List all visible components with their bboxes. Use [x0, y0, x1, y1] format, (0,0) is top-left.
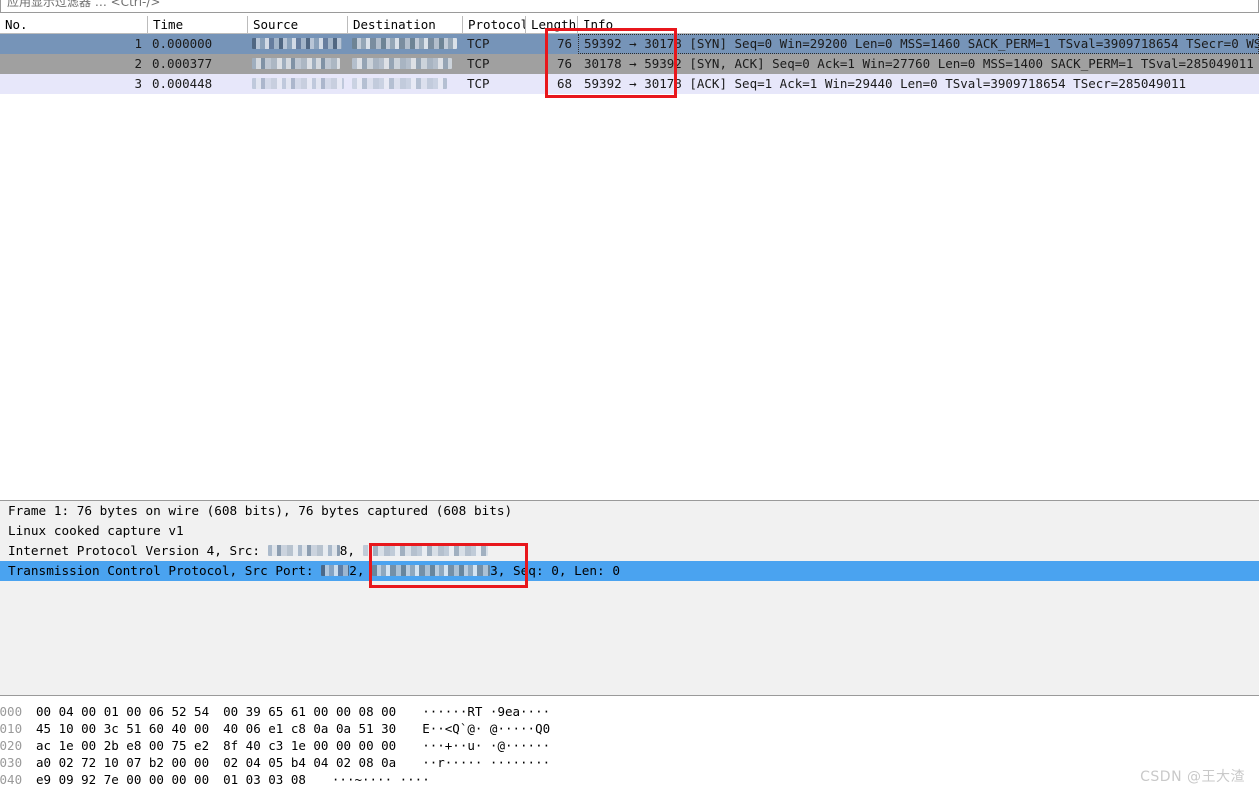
hex-bytes-left: a0 02 72 10 07 b2 00 00	[36, 755, 210, 770]
cell-protocol: TCP	[467, 36, 490, 51]
detail-tcp-mid2: 3,	[490, 563, 514, 578]
column-header-protocol[interactable]: Protocol	[463, 16, 526, 33]
cell-length: 76	[556, 56, 572, 71]
cell-info: 59392 → 30178 [SYN] Seq=0 Win=29200 Len=…	[578, 34, 1259, 54]
hex-bytes-right: 40 06 e1 c8 0a 0a 51 30	[223, 721, 397, 736]
hex-offset: 0000	[0, 704, 22, 719]
display-filter-input[interactable]: 应用显示过滤器 … <Ctrl-/>	[1, 0, 1258, 12]
detail-ipv4-mid: 8,	[339, 543, 363, 558]
hex-row: 0030 a0 02 72 10 07 b2 00 00 02 04 05 b4…	[0, 754, 1259, 771]
cell-source	[248, 54, 348, 74]
detail-linux-cooked-text: Linux cooked capture v1	[8, 523, 184, 538]
detail-row-frame[interactable]: Frame 1: 76 bytes on wire (608 bits), 76…	[0, 501, 1259, 521]
detail-tcp-suffix: Seq: 0, Len: 0	[513, 563, 620, 578]
hex-ascii: ···+··u· ·@······	[422, 738, 551, 753]
cell-length: 76	[556, 36, 572, 51]
cell-protocol: TCP	[467, 56, 490, 71]
column-header-source[interactable]: Source	[248, 16, 348, 33]
hex-ascii: ···~···· ····	[331, 772, 430, 787]
redacted-tcp-src-port	[321, 565, 350, 576]
hex-bytes-left: e9 09 92 7e 00 00 00 00	[36, 772, 210, 787]
column-header-time[interactable]: Time	[148, 16, 248, 33]
cell-destination	[348, 74, 463, 94]
hex-bytes-right: 00 39 65 61 00 00 08 00	[223, 704, 397, 719]
packet-details-pane[interactable]: Frame 1: 76 bytes on wire (608 bits), 76…	[0, 500, 1259, 696]
table-row[interactable]: 3 0.000448 TCP 68 59392 → 30178 [ACK] Se…	[0, 74, 1259, 94]
cell-no: 1	[134, 36, 142, 51]
packet-list-header: No. Time Source Destination Protocol Len…	[0, 16, 1259, 34]
column-header-destination[interactable]: Destination	[348, 16, 463, 33]
packet-bytes-pane[interactable]: 0000 00 04 00 01 00 06 52 54 00 39 65 61…	[0, 703, 1259, 793]
redacted-ipv4-src	[267, 545, 340, 556]
packet-list-pane[interactable]: No. Time Source Destination Protocol Len…	[0, 15, 1259, 499]
detail-row-tcp[interactable]: Transmission Control Protocol, Src Port:…	[0, 561, 1259, 581]
cell-length: 68	[556, 76, 572, 91]
cell-time: 0.000377	[152, 56, 213, 71]
hex-bytes-right: 02 04 05 b4 04 02 08 0a	[223, 755, 397, 770]
detail-frame-text: Frame 1: 76 bytes on wire (608 bits), 76…	[8, 503, 513, 518]
cell-protocol: TCP	[467, 76, 490, 91]
hex-bytes-right: 01 03 03 08	[223, 772, 306, 787]
hex-row: 0010 45 10 00 3c 51 60 40 00 40 06 e1 c8…	[0, 720, 1259, 737]
redacted-destination-ip	[352, 38, 457, 49]
cell-no: 2	[134, 56, 142, 71]
detail-row-linux-cooked[interactable]: Linux cooked capture v1	[0, 521, 1259, 541]
redacted-destination-ip	[352, 78, 447, 89]
column-header-length[interactable]: Length	[526, 16, 578, 33]
table-row[interactable]: 1 0.000000 TCP 76 59392 → 30178 [SYN] Se…	[0, 34, 1259, 54]
hex-offset: 0030	[0, 755, 22, 770]
hex-ascii: ······RT ·9ea····	[422, 704, 551, 719]
cell-source	[248, 34, 348, 54]
cell-source	[248, 74, 348, 94]
cell-info: 30178 → 59392 [SYN, ACK] Seq=0 Ack=1 Win…	[584, 56, 1259, 71]
redacted-source-ip	[252, 38, 342, 49]
detail-tcp-prefix: Transmission Control Protocol, Src Port:	[8, 563, 322, 578]
redacted-source-ip	[252, 58, 340, 69]
cell-no: 3	[134, 76, 142, 91]
hex-bytes-left: 00 04 00 01 00 06 52 54	[36, 704, 210, 719]
cell-time: 0.000000	[152, 36, 213, 51]
redacted-tcp-dst-port	[372, 565, 491, 576]
detail-ipv4-prefix: Internet Protocol Version 4, Src:	[8, 543, 268, 558]
hex-ascii: ··r····· ········	[422, 755, 551, 770]
hex-row: 0000 00 04 00 01 00 06 52 54 00 39 65 61…	[0, 703, 1259, 720]
column-header-info[interactable]: Info	[578, 16, 1259, 33]
hex-bytes-left: 45 10 00 3c 51 60 40 00	[36, 721, 210, 736]
detail-row-ipv4[interactable]: Internet Protocol Version 4, Src: 8,	[0, 541, 1259, 561]
detail-tcp-mid: 2,	[349, 563, 373, 578]
cell-time: 0.000448	[152, 76, 213, 91]
redacted-source-ip	[252, 78, 344, 89]
csdn-watermark: CSDN @王大渣	[1140, 769, 1245, 785]
hex-bytes-left: ac 1e 00 2b e8 00 75 e2	[36, 738, 210, 753]
hex-row: 0020 ac 1e 00 2b e8 00 75 e2 8f 40 c3 1e…	[0, 737, 1259, 754]
column-header-no[interactable]: No.	[0, 16, 148, 33]
cell-destination	[348, 54, 463, 74]
hex-ascii: E··<Q`@· @·····Q0	[422, 721, 551, 736]
redacted-ipv4-dst	[362, 545, 488, 556]
table-row[interactable]: 2 0.000377 TCP 76 30178 → 59392 [SYN, AC…	[0, 54, 1259, 74]
cell-info: 59392 → 30178 [ACK] Seq=1 Ack=1 Win=2944…	[584, 76, 1187, 91]
hex-offset: 0010	[0, 721, 22, 736]
hex-row: 0040 e9 09 92 7e 00 00 00 00 01 03 03 08…	[0, 771, 1259, 788]
display-filter-bar[interactable]: 应用显示过滤器 … <Ctrl-/>	[0, 0, 1259, 13]
hex-offset: 0040	[0, 772, 22, 787]
cell-destination	[348, 34, 463, 54]
hex-bytes-right: 8f 40 c3 1e 00 00 00 00	[223, 738, 397, 753]
redacted-destination-ip	[352, 58, 452, 69]
hex-offset: 0020	[0, 738, 22, 753]
